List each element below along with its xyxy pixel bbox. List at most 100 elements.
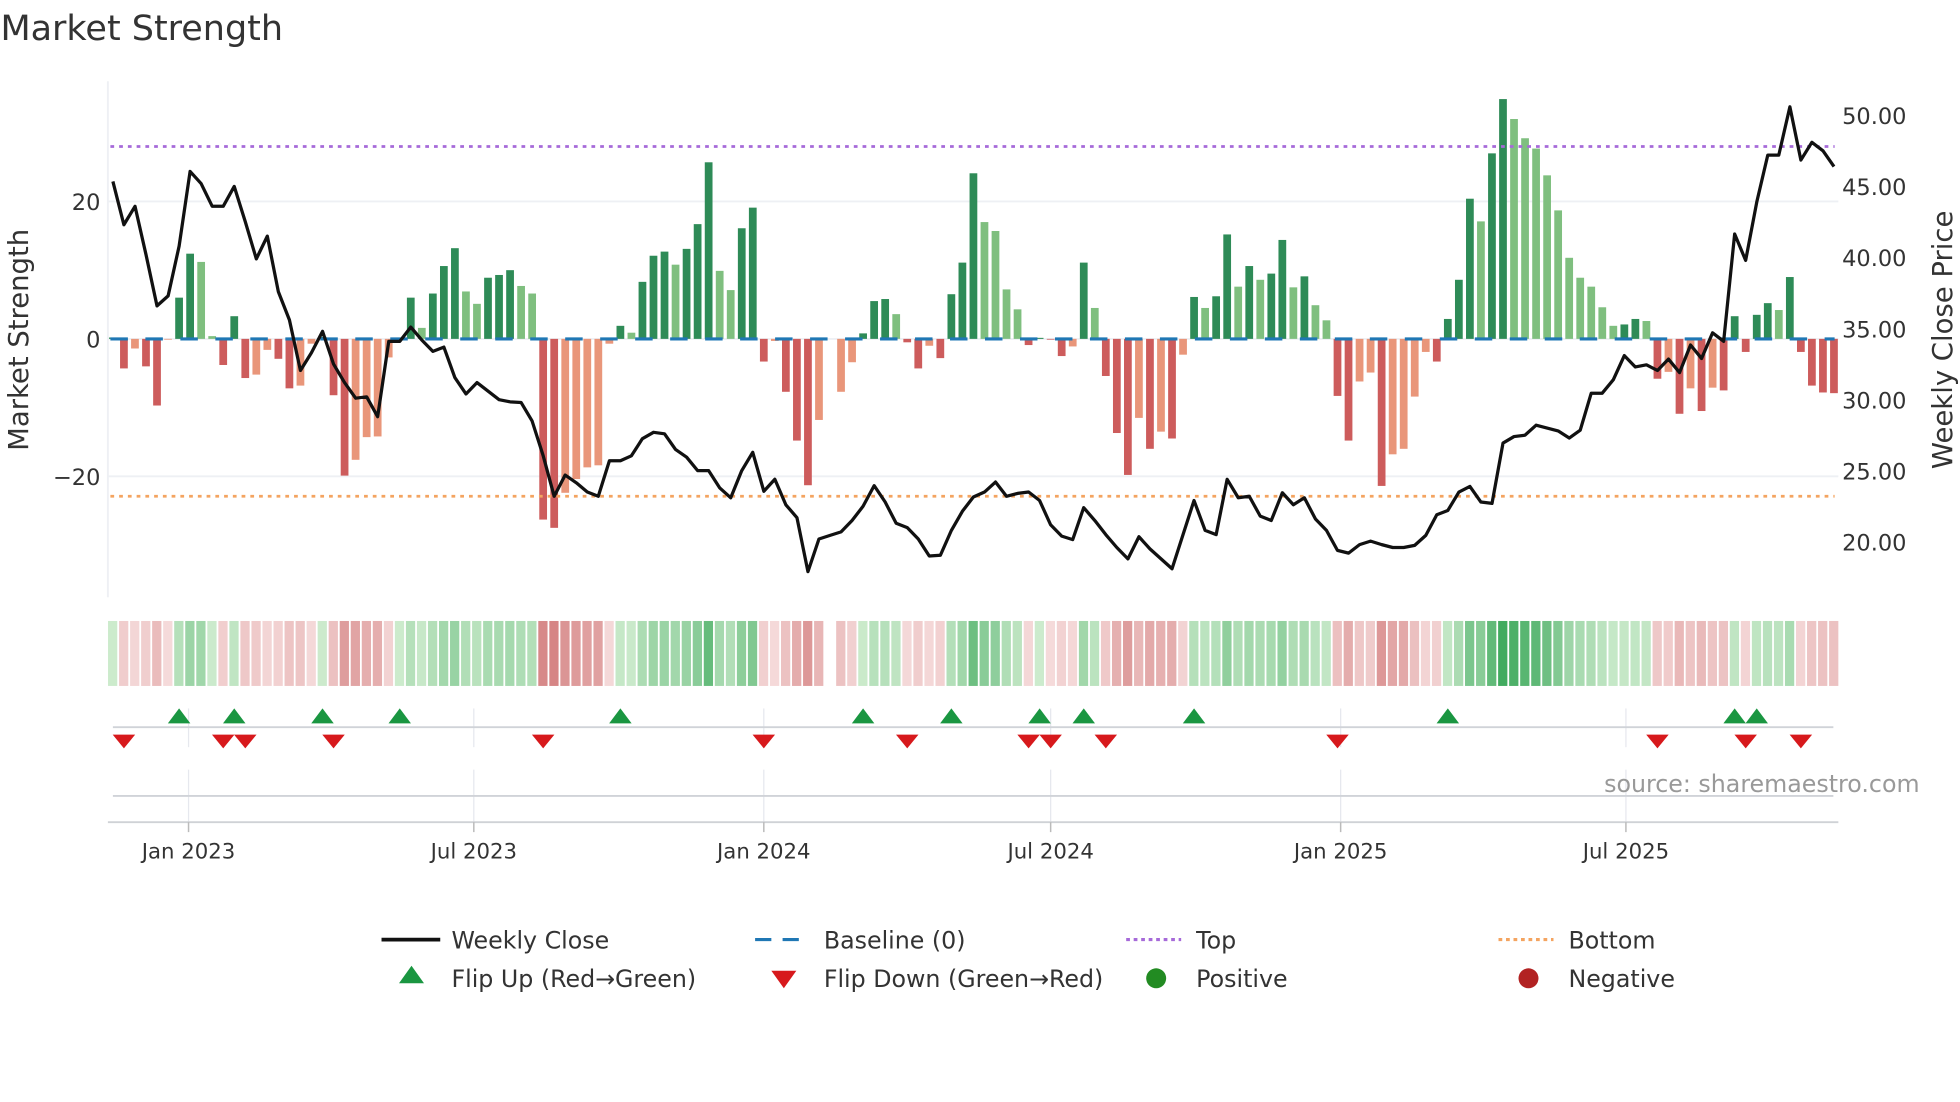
strip-cell (350, 620, 360, 686)
strip-cell (604, 620, 614, 686)
legend-label: Top (1195, 926, 1236, 954)
strip-cell (472, 620, 482, 686)
strip-cell (814, 620, 824, 686)
strength-bar (1719, 338, 1728, 391)
flip-down-marker (1646, 734, 1669, 749)
strip-cell (1211, 620, 1221, 686)
strip-cell (560, 620, 570, 686)
strip-cell (1718, 620, 1729, 686)
strength-bar (1763, 303, 1772, 339)
strength-bar (638, 281, 647, 339)
strength-bar (1609, 325, 1618, 339)
strip-cell (108, 620, 118, 686)
strip-cell (781, 620, 791, 686)
flip-down-marker (531, 734, 555, 749)
strip-cell (1564, 620, 1574, 686)
strength-bar (1521, 138, 1529, 339)
strength-bar (1785, 277, 1794, 339)
strip-cell (1299, 620, 1309, 686)
strip-cell (747, 620, 758, 686)
strength-bar (252, 338, 261, 375)
strip-cell (1145, 620, 1155, 686)
strength-bar (892, 314, 901, 339)
strength-bar (197, 261, 206, 339)
strength-bar (1642, 321, 1651, 339)
strength-bar (649, 255, 658, 339)
strip-cell (1123, 620, 1133, 686)
strength-bar (726, 290, 735, 339)
strip-cell (394, 620, 405, 686)
strength-bar (1090, 307, 1099, 339)
strength-bar (1234, 286, 1243, 339)
legend-label: Baseline (0) (824, 926, 966, 954)
strength-bar (1135, 338, 1143, 418)
flip-up-marker (1072, 708, 1095, 724)
strip-cell (990, 620, 1000, 686)
flip-up-marker (1723, 708, 1746, 724)
strength-bar (274, 338, 283, 359)
strip-cell (803, 620, 813, 686)
strength-bar (428, 293, 437, 339)
strength-bar (1223, 234, 1232, 339)
strength-bar (462, 291, 470, 339)
strip-cell (1178, 620, 1188, 686)
strip-cell (1453, 620, 1464, 686)
strength-bar (1554, 210, 1563, 339)
strength-bar (142, 338, 150, 367)
strength-bar (1432, 338, 1441, 362)
strength-bar (1620, 324, 1629, 339)
strip-cell (1707, 620, 1717, 686)
strip-cell (372, 620, 383, 686)
flip-up-marker (311, 708, 334, 724)
strip-cell (251, 620, 261, 686)
flip-down-marker (211, 734, 235, 749)
x-tick-label: Jul 2023 (429, 839, 517, 864)
strip-cell (1244, 620, 1254, 686)
strip-cell (427, 620, 438, 686)
strip-cell (736, 620, 747, 686)
strength-bar (1101, 338, 1110, 376)
flip-down-marker (1017, 734, 1040, 749)
strength-bar (285, 338, 294, 389)
flip-up-marker (1745, 708, 1768, 724)
strength-bar (627, 332, 636, 339)
strip-cell (416, 620, 427, 686)
strip-cell (1321, 620, 1331, 686)
strip-cell (207, 620, 217, 686)
strip-cell (1189, 620, 1199, 686)
flip-up-marker (388, 708, 411, 724)
strength-bar (1013, 309, 1022, 339)
strength-bar (263, 338, 272, 350)
x-axis-ticks: Jan 2023 Jul 2023 Jan 2024 Jul 2024 Jan 2025… (140, 822, 1669, 864)
strip-cell (1409, 620, 1420, 686)
strip-cell (461, 620, 471, 686)
strength-bar (517, 285, 525, 339)
legend-label: Weekly Close (451, 926, 609, 954)
strip-cell (1034, 620, 1044, 686)
strip-cell (1586, 620, 1596, 686)
strip-cell (196, 620, 206, 686)
strip-cell (1487, 620, 1497, 686)
flip-down-marker (1094, 734, 1118, 749)
strength-bar (1079, 262, 1088, 339)
circle-icon (1518, 968, 1539, 989)
strip-cell (1575, 620, 1585, 686)
strip-cell (946, 620, 956, 686)
strength-bar (1124, 338, 1132, 475)
strength-bar (1300, 276, 1309, 339)
strength-bar (969, 173, 978, 339)
strip-cell (957, 620, 967, 686)
strip-cell (758, 620, 769, 686)
strip-cell (913, 620, 923, 686)
strength-bar (870, 301, 879, 339)
flip-up-marker (1028, 708, 1051, 724)
strip-cell (1045, 620, 1056, 686)
strip-cell (1288, 620, 1298, 686)
strip-cell (119, 620, 129, 686)
strength-bar (219, 338, 228, 365)
strip-cell (361, 620, 372, 686)
strip-cell (1818, 620, 1828, 686)
strength-bar (362, 338, 371, 438)
strength-bar (936, 338, 945, 359)
strip-cell (858, 620, 868, 686)
